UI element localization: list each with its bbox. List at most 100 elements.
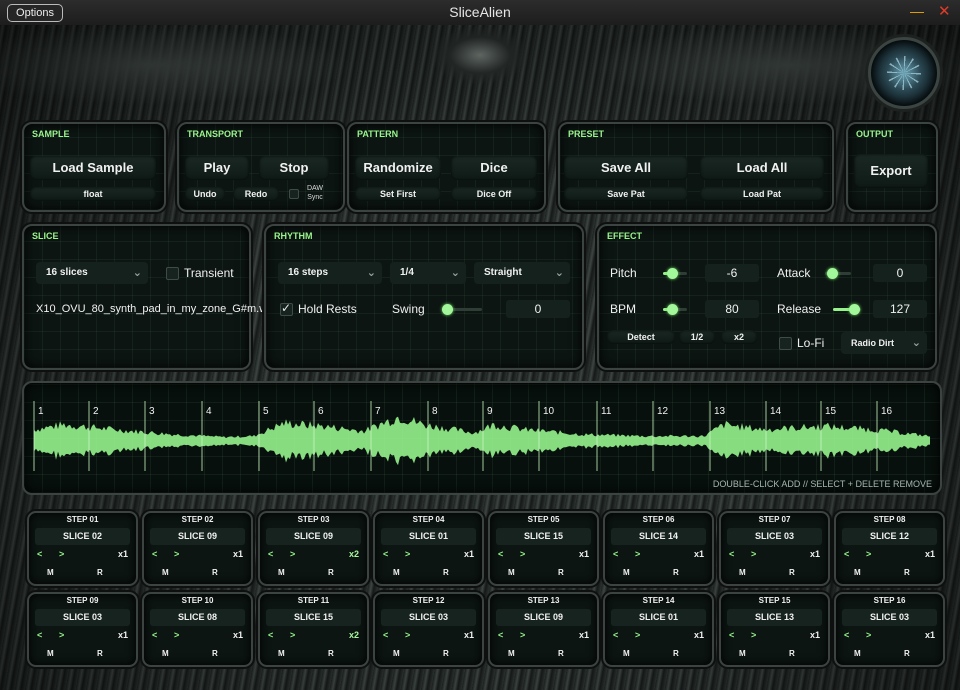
export-button[interactable]: Export xyxy=(854,154,928,188)
repeat-multiplier[interactable]: x1 xyxy=(579,549,589,559)
next-slice-button[interactable]: > xyxy=(635,549,640,559)
repeat-multiplier[interactable]: x1 xyxy=(233,630,243,640)
lofi-mode-select[interactable]: Radio Dirt ⌄ xyxy=(841,332,927,354)
load-pattern-button[interactable]: Load Pat xyxy=(700,187,824,201)
reverse-button[interactable]: R xyxy=(673,649,679,658)
mute-button[interactable]: M xyxy=(278,568,285,577)
attack-slider[interactable] xyxy=(825,268,851,279)
prev-slice-button[interactable]: < xyxy=(383,549,388,559)
mute-button[interactable]: M xyxy=(393,568,400,577)
pitch-slider-knob[interactable] xyxy=(667,268,678,279)
prev-slice-button[interactable]: < xyxy=(498,549,503,559)
reverse-button[interactable]: R xyxy=(212,649,218,658)
reverse-button[interactable]: R xyxy=(789,649,795,658)
prev-slice-button[interactable]: < xyxy=(268,630,273,640)
next-slice-button[interactable]: > xyxy=(751,549,756,559)
mute-button[interactable]: M xyxy=(508,649,515,658)
play-button[interactable]: Play xyxy=(185,156,249,180)
detect-button[interactable]: Detect xyxy=(607,330,675,344)
reverse-button[interactable]: R xyxy=(673,568,679,577)
swing-slider[interactable] xyxy=(442,304,482,315)
dice-off-button[interactable]: Dice Off xyxy=(451,187,537,201)
bpm-slider[interactable] xyxy=(663,304,687,315)
save-all-button[interactable]: Save All xyxy=(564,156,688,180)
next-slice-button[interactable]: > xyxy=(405,630,410,640)
next-slice-button[interactable]: > xyxy=(174,549,179,559)
slice-select[interactable]: SLICE 12 xyxy=(842,528,937,545)
reverse-button[interactable]: R xyxy=(97,649,103,658)
undo-button[interactable]: Undo xyxy=(185,187,225,201)
prev-slice-button[interactable]: < xyxy=(729,630,734,640)
randomize-button[interactable]: Randomize xyxy=(355,156,441,180)
next-slice-button[interactable]: > xyxy=(290,630,295,640)
prev-slice-button[interactable]: < xyxy=(844,630,849,640)
next-slice-button[interactable]: > xyxy=(751,630,756,640)
prev-slice-button[interactable]: < xyxy=(37,630,42,640)
repeat-multiplier[interactable]: x1 xyxy=(579,630,589,640)
next-slice-button[interactable]: > xyxy=(405,549,410,559)
slice-select[interactable]: SLICE 03 xyxy=(35,609,130,626)
pitch-value[interactable]: -6 xyxy=(705,264,759,282)
half-button[interactable]: 1/2 xyxy=(679,330,715,344)
prev-slice-button[interactable]: < xyxy=(152,549,157,559)
prev-slice-button[interactable]: < xyxy=(498,630,503,640)
mute-button[interactable]: M xyxy=(47,649,54,658)
reverse-button[interactable]: R xyxy=(97,568,103,577)
prev-slice-button[interactable]: < xyxy=(613,630,618,640)
mute-button[interactable]: M xyxy=(393,649,400,658)
repeat-multiplier[interactable]: x1 xyxy=(118,630,128,640)
reverse-button[interactable]: R xyxy=(328,649,334,658)
next-slice-button[interactable]: > xyxy=(520,549,525,559)
waveform-display[interactable]: 1 2 3 4 5 6 7 8 9 10 11 12 13 14 15 16 DOUBLE-CLICK ADD… xyxy=(22,381,942,495)
slice-select[interactable]: SLICE 13 xyxy=(727,609,822,626)
division-select[interactable]: 1/4 ⌄ xyxy=(390,262,466,284)
mute-button[interactable]: M xyxy=(47,568,54,577)
next-slice-button[interactable]: > xyxy=(866,630,871,640)
mute-button[interactable]: M xyxy=(278,649,285,658)
reverse-button[interactable]: R xyxy=(212,568,218,577)
stop-button[interactable]: Stop xyxy=(259,156,329,180)
steps-select[interactable]: 16 steps ⌄ xyxy=(278,262,382,284)
prev-slice-button[interactable]: < xyxy=(729,549,734,559)
prev-slice-button[interactable]: < xyxy=(268,549,273,559)
attack-value[interactable]: 0 xyxy=(873,264,927,282)
next-slice-button[interactable]: > xyxy=(59,549,64,559)
prev-slice-button[interactable]: < xyxy=(383,630,388,640)
slice-select[interactable]: SLICE 09 xyxy=(150,528,245,545)
slice-select[interactable]: SLICE 03 xyxy=(727,528,822,545)
minimize-icon[interactable]: — xyxy=(910,3,924,19)
swing-slider-knob[interactable] xyxy=(442,304,453,315)
slice-select[interactable]: SLICE 15 xyxy=(496,528,591,545)
bpm-value[interactable]: 80 xyxy=(705,300,759,318)
prev-slice-button[interactable]: < xyxy=(152,630,157,640)
reverse-button[interactable]: R xyxy=(904,649,910,658)
repeat-multiplier[interactable]: x1 xyxy=(925,630,935,640)
repeat-multiplier[interactable]: x2 xyxy=(349,549,359,559)
next-slice-button[interactable]: > xyxy=(635,630,640,640)
load-all-button[interactable]: Load All xyxy=(700,156,824,180)
transient-checkbox[interactable] xyxy=(166,267,179,280)
next-slice-button[interactable]: > xyxy=(174,630,179,640)
slice-select[interactable]: SLICE 09 xyxy=(266,528,361,545)
reverse-button[interactable]: R xyxy=(558,649,564,658)
reverse-button[interactable]: R xyxy=(443,649,449,658)
repeat-multiplier[interactable]: x1 xyxy=(118,549,128,559)
repeat-multiplier[interactable]: x1 xyxy=(694,630,704,640)
mute-button[interactable]: M xyxy=(739,568,746,577)
mute-button[interactable]: M xyxy=(623,649,630,658)
reverse-button[interactable]: R xyxy=(789,568,795,577)
mute-button[interactable]: M xyxy=(854,649,861,658)
feel-select[interactable]: Straight ⌄ xyxy=(474,262,570,284)
release-slider-knob[interactable] xyxy=(849,304,860,315)
repeat-multiplier[interactable]: x1 xyxy=(233,549,243,559)
close-icon[interactable]: ✕ xyxy=(938,2,951,20)
hold-rests-checkbox[interactable] xyxy=(280,301,293,316)
next-slice-button[interactable]: > xyxy=(520,630,525,640)
daw-sync-checkbox[interactable] xyxy=(289,189,299,199)
slice-select[interactable]: SLICE 09 xyxy=(496,609,591,626)
prev-slice-button[interactable]: < xyxy=(844,549,849,559)
mute-button[interactable]: M xyxy=(162,568,169,577)
slice-select[interactable]: SLICE 03 xyxy=(842,609,937,626)
swing-value[interactable]: 0 xyxy=(506,300,570,318)
repeat-multiplier[interactable]: x1 xyxy=(925,549,935,559)
